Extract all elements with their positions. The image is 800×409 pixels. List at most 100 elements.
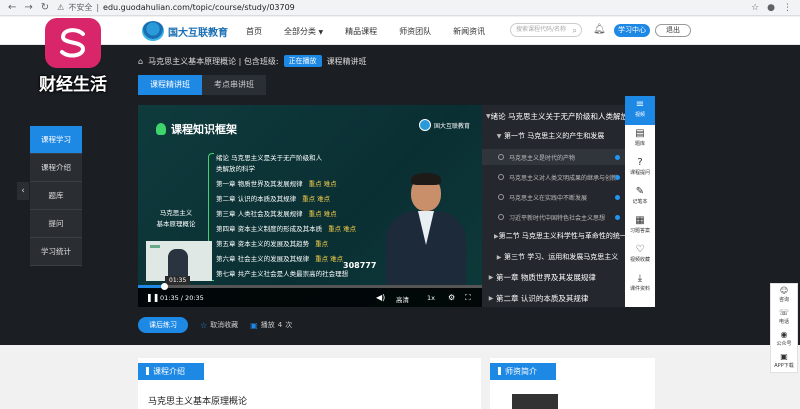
gear-icon[interactable]: ⚙ [448,293,455,302]
menu-study-stats[interactable]: 学习统计 [30,238,82,266]
security-label: 不安全 [68,3,93,12]
wechat-button[interactable]: ◉ 公众号 [771,328,797,350]
lesson-item[interactable]: 马克思主义在实践中不断发展 [482,189,625,205]
lesson-item[interactable]: 马克思主义对人类文明成果的继承与创新 [482,169,625,185]
key-points-label: 重点 难点 [302,195,331,203]
status-badge: 正在播放 [283,55,322,67]
lecturer-figure [386,165,466,291]
section-item[interactable]: ▶ 第三节 学习、运用和发展马克思主义 [482,250,625,264]
caret-right-icon: ▶ [488,273,494,281]
consult-icon: ☺ [779,286,789,295]
outline-row: 第七章 共产主义社会是人类最崇高的社会理想 [216,270,349,278]
nav-news[interactable]: 新闻资讯 [453,26,485,37]
search-input[interactable]: 搜索课程代码/名称 ⌕ [510,23,582,37]
site-logo[interactable]: 国大互联教育 [142,21,228,41]
outline-row: 第一章 物质世界及其发展规律 重点 难点 [216,180,337,188]
materials-tool[interactable]: ⤓ 课件资料 [625,270,655,299]
practice-button[interactable]: 课后练习 [138,317,188,333]
phone-icon: ☏ [778,308,789,317]
bell-icon[interactable]: 🔔︎ [593,24,606,35]
play-circle-icon [498,214,504,220]
outline-row: 第四章 资本主义制度的形成及其本质 重点 难点 [216,225,357,233]
forward-icon[interactable]: → [24,2,32,13]
key-points-label: 重点 难点 [308,210,337,218]
section-item[interactable]: ▶ 第二节 马克思主义科学性与革命性的统一 [482,229,625,243]
consult-button[interactable]: ☺ 咨询 [771,284,797,306]
speed-select[interactable]: 1x [427,294,435,302]
course-name: 马克思主义基本原理概论 [148,397,248,407]
section-header: 课程介绍 [138,363,204,380]
favorite-toggle[interactable]: ☆ 取消收藏 [200,320,238,330]
ask-tool[interactable]: ? 课程提问 [625,154,655,183]
collapse-left-button[interactable]: ‹ [17,182,29,200]
bookmark-star-icon[interactable]: ☆ [751,3,759,13]
breadcrumb-course: 马克思主义基本原理概论 | 包含班级: [148,56,279,66]
slide-subject: 马克思主义 基本原理概论 [156,209,196,228]
wechat-icon: ◉ [780,330,788,339]
outline-row: 绪论 马克思主义是关于无产阶级和人 [216,154,323,162]
watermark-logo: 财经生活 [26,18,120,100]
breadcrumb: ⌂ 马克思主义基本原理概论 | 包含班级: 正在播放 课程精讲班 [138,55,367,67]
study-center-button[interactable]: 学习中心 [614,24,650,37]
main-nav: 首页 全部分类 ▼ 精品课程 师资团队 新闻资讯 [246,26,485,37]
answers-tool[interactable]: ▦ 习题答案 [625,212,655,241]
outline-row: 类解放的科学 [216,165,255,173]
profile-icon[interactable]: ● [767,3,775,13]
nav-teachers[interactable]: 师资团队 [399,26,431,37]
answers-icon: ▦ [635,215,645,226]
url-text: edu.guodahulian.com/topic/course/study/0… [103,3,295,12]
menu-kebab-icon[interactable]: ⋮ [783,3,792,13]
address-bar[interactable]: ⚠ 不安全 | edu.guodahulian.com/topic/course… [57,2,295,13]
status-dot [615,154,620,160]
chapter-item[interactable]: ▼绪论 马克思主义关于无产阶级和人类解放的科学 [482,109,625,123]
reload-icon[interactable]: ↻ [41,2,49,13]
video-counter: 308777 [343,261,377,270]
menu-course-intro[interactable]: 课程介绍 [30,154,82,182]
search-icon[interactable]: ⌕ [573,25,577,37]
ask-icon: ? [637,157,643,168]
home-icon: ⌂ [138,56,144,66]
favorites-tool[interactable]: ♡ 视频收藏 [625,241,655,270]
warning-icon: ⚠ [57,3,65,12]
menu-course-study[interactable]: 课程学习 [30,126,82,154]
section-item[interactable]: ▼ 第一节 马克思主义的产生和发展 [482,129,625,143]
nav-all-categories[interactable]: 全部分类 ▼ [284,26,323,37]
progress-handle[interactable] [161,283,169,290]
lesson-item[interactable]: 马克思主义是时代的产物 [482,149,625,165]
logo-icon [418,119,431,131]
materials-icon: ⤓ [637,273,643,284]
lightbulb-icon [156,123,166,135]
video-player[interactable]: 课程知识框架 国大互联教育 马克思主义 基本原理概论 绪论 马克思主义是关于无产… [138,105,482,307]
back-icon[interactable]: ← [8,2,16,13]
lower-section: 课程介绍 马克思主义基本原理概论 师资简介 [0,345,800,409]
play-circle-icon [498,174,504,180]
exit-button[interactable]: 退出 [655,24,691,37]
play-count-icon: ▣ [250,320,258,330]
nav-premium-courses[interactable]: 精品课程 [345,26,377,37]
key-points-label: 重点 难点 [308,180,337,188]
slide-logo: 国大互联教育 [418,119,470,131]
tab-lecture-class[interactable]: 课程精讲班 [138,75,202,95]
volume-icon[interactable]: ◀) [376,293,385,302]
notes-tool[interactable]: ✎ 记笔本 [625,183,655,212]
video-list-tool[interactable]: ≡ 视频 [625,96,655,125]
fullscreen-icon[interactable]: ⛶ [465,293,471,303]
app-download-icon: ▣ [780,352,788,361]
question-bank-tool[interactable]: ▤ 题库 [625,125,655,154]
progress-bar[interactable] [138,283,482,290]
hover-time: 01:35 [165,276,191,285]
lesson-item[interactable]: 习近平新时代中国特色社会主义思想 [482,209,625,225]
quality-select[interactable]: 高清 [396,294,409,304]
watermark-badge [45,18,101,68]
menu-ask[interactable]: 提问 [30,210,82,238]
nav-home[interactable]: 首页 [246,26,262,37]
browser-toolbar: ← → ↻ ⚠ 不安全 | edu.guodahulian.com/topic/… [0,0,800,16]
video-actions: 课后练习 ☆ 取消收藏 ▣ 播放 4 次 [138,317,292,333]
tab-review-class[interactable]: 考点串讲班 [202,75,266,95]
app-download-button[interactable]: ▣ APP下载 [771,350,797,372]
chapter-item[interactable]: ▶ 第一章 物质世界及其发展规律 [482,270,625,284]
pause-icon[interactable]: ❚❚ [146,293,159,302]
phone-button[interactable]: ☏ 电话 [771,306,797,328]
chapter-item[interactable]: ▶ 第二章 认识的本质及其规律 [482,291,625,305]
menu-question-bank[interactable]: 题库 [30,182,82,210]
